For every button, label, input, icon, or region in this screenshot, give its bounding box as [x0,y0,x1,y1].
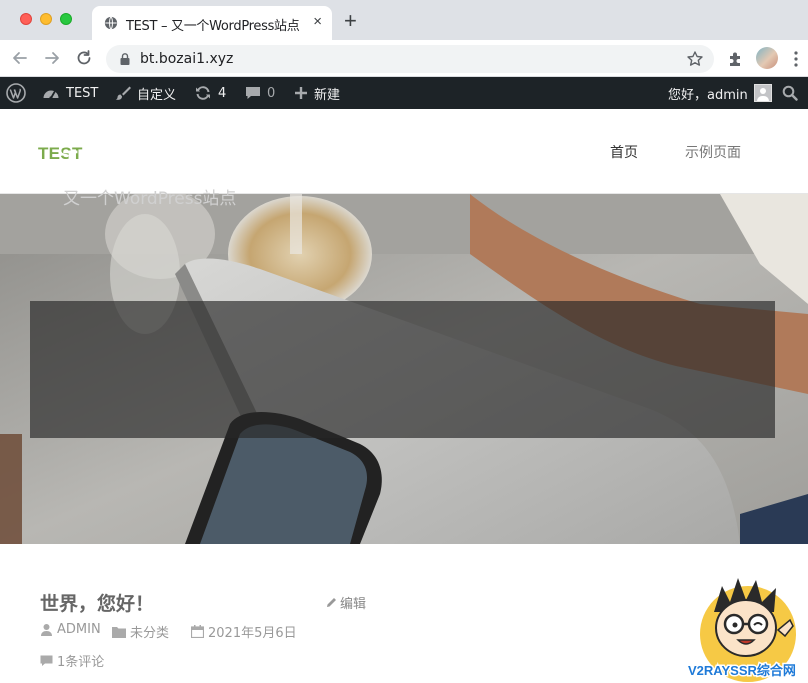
hero-banner [0,194,808,544]
browser-toolbar: bt.bozai1.xyz [0,40,808,77]
post-date-text: 2021年5月6日 [208,626,297,641]
maximize-window-button[interactable] [60,13,72,25]
close-tab-icon[interactable]: × [313,14,322,30]
lock-icon[interactable] [118,52,132,66]
admin-greeting: 您好，admin [668,87,748,103]
new-tab-button[interactable]: + [344,10,357,32]
nav-menu-sample-page[interactable]: 示例页面 [685,142,741,162]
hero-subtitle: 又一个WordPress站点 [63,189,237,209]
hero-overlay-box [30,301,775,438]
watermark-text: V2RAYSSR综合网 [688,663,796,678]
wordpress-logo-icon [6,83,26,103]
calendar-icon [191,625,204,638]
admin-bar-search[interactable] [782,77,798,109]
watermark-mascot-logo: V2RAYSSR综合网 [687,578,797,682]
admin-bar-customize-label: 自定义 [137,87,177,103]
minimize-window-button[interactable] [40,13,52,25]
post-edit-label: 编辑 [340,597,367,612]
address-bar[interactable]: bt.bozai1.xyz [106,45,714,73]
forward-arrow-icon[interactable] [42,48,62,68]
admin-bar-customize[interactable]: 自定义 [115,77,176,109]
admin-bar-new-label: 新建 [314,87,341,103]
back-arrow-icon[interactable] [10,48,30,68]
admin-avatar [753,84,772,102]
bookmark-star-icon[interactable] [686,50,704,68]
wordpress-logo-menu[interactable] [6,77,26,109]
admin-bar-site-name: TEST [66,85,99,101]
wp-admin-bar: TEST 自定义 4 0 新建 您好，admin [0,77,808,109]
updates-count: 4 [218,85,227,101]
hero-title: TEST [63,146,127,173]
folder-icon [112,626,126,638]
browser-tab[interactable]: TEST – 又一个WordPress站点 × [92,6,332,40]
comment-bubble-icon [246,87,260,99]
browser-tab-bar: TEST – 又一个WordPress站点 × + [0,0,808,40]
post-author-name: ADMIN [57,622,101,637]
admin-bar-site-link[interactable]: TEST [42,77,98,109]
url-text[interactable]: bt.bozai1.xyz [140,51,233,67]
globe-icon [104,16,118,30]
post-category[interactable]: 未分类 [112,622,169,641]
comment-icon [40,655,53,666]
profile-avatar[interactable] [756,47,778,69]
tab-title: TEST – 又一个WordPress站点 [126,19,300,34]
close-window-button[interactable] [20,13,32,25]
admin-bar-my-account[interactable]: 您好，admin [668,77,772,109]
paintbrush-icon [115,86,131,100]
pencil-icon [327,597,336,607]
admin-bar-comments[interactable]: 0 [245,77,275,109]
search-icon [782,85,798,101]
post-title-link[interactable]: 世界，您好！ [40,589,154,616]
admin-bar-new[interactable]: 新建 [294,77,340,109]
admin-bar-updates[interactable]: 4 [194,77,226,109]
updates-refresh-icon [196,86,210,100]
post-comments-count: 1条评论 [57,655,105,670]
post-category-name: 未分类 [130,626,170,641]
dashboard-gauge-icon [43,90,59,100]
extensions-puzzle-icon[interactable] [726,49,746,69]
reload-icon[interactable] [74,48,94,68]
user-icon [41,624,52,636]
post-date[interactable]: 2021年5月6日 [191,622,297,641]
post-comments-link[interactable]: 1条评论 [40,651,104,670]
post-author[interactable]: ADMIN [40,622,101,637]
more-menu-icon[interactable] [794,50,798,68]
post-edit-link[interactable]: 编辑 [325,593,366,612]
nav-menu-home[interactable]: 首页 [610,142,638,162]
plus-icon [295,87,307,99]
comments-count: 0 [267,85,276,101]
